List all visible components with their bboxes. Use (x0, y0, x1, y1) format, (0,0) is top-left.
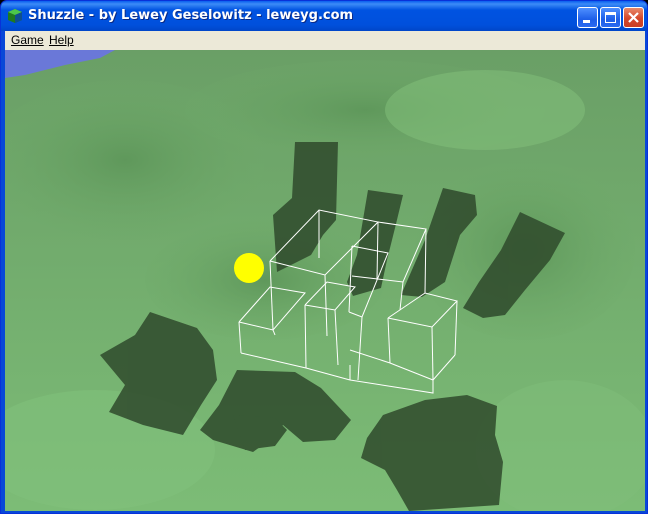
maximize-icon (605, 12, 616, 23)
app-icon (7, 8, 23, 24)
title-bar[interactable]: Shuzzle - by Lewey Geselowitz - leweyg.c… (1, 1, 647, 31)
minimize-icon (583, 20, 590, 23)
window-title: Shuzzle - by Lewey Geselowitz - leweyg.c… (28, 8, 354, 23)
minimize-button[interactable] (577, 7, 598, 28)
maximize-button[interactable] (600, 7, 621, 28)
menu-help[interactable]: Help (49, 33, 74, 47)
app-window: Shuzzle - by Lewey Geselowitz - leweyg.c… (0, 0, 648, 514)
close-icon (628, 12, 639, 23)
menu-bar: Game Help (5, 31, 645, 50)
menu-game[interactable]: Game (11, 33, 44, 47)
game-viewport[interactable] (5, 50, 645, 511)
player-ball (234, 253, 264, 283)
terrain-shade (385, 70, 585, 150)
close-button[interactable] (623, 7, 644, 28)
menu-help-label: Help (49, 33, 74, 47)
menu-game-label: Game (11, 33, 44, 47)
